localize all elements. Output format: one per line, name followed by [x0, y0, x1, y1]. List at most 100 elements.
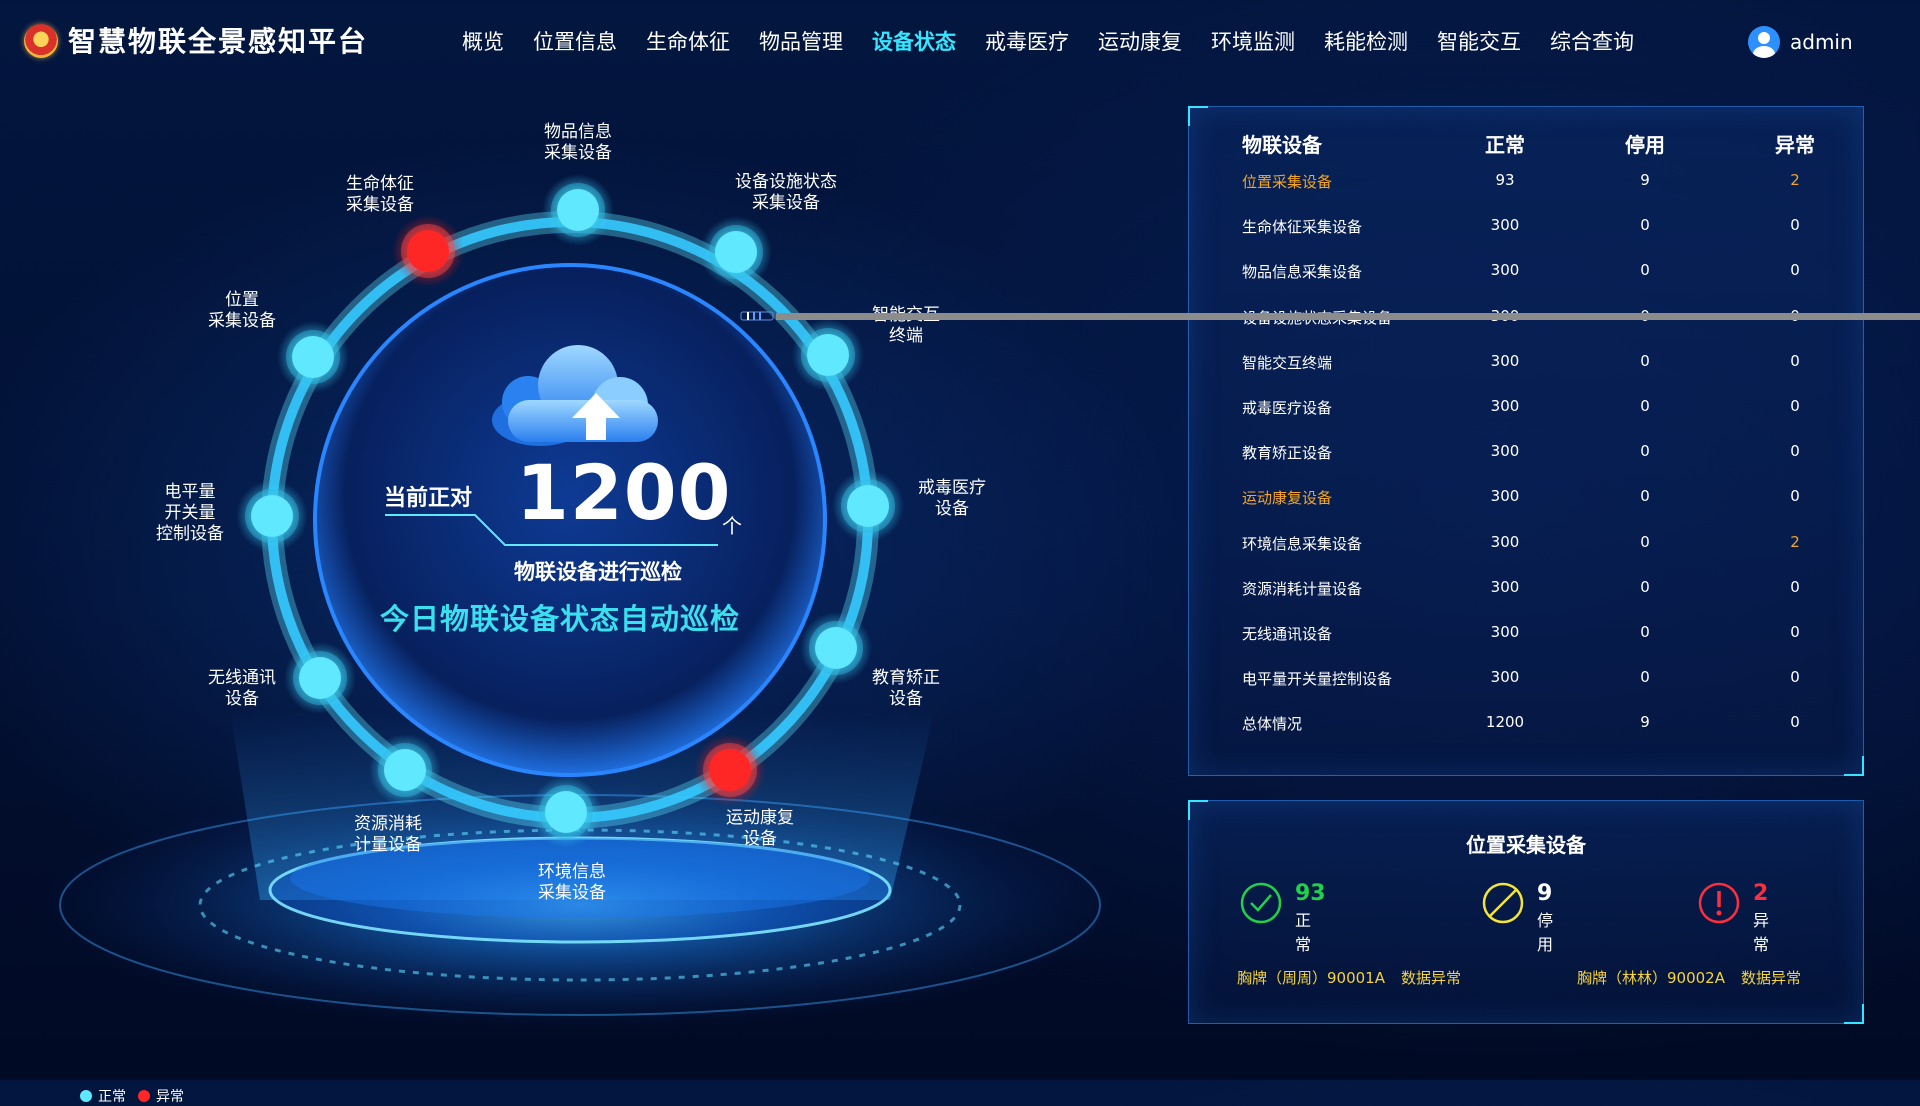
normal-node[interactable]	[369, 734, 441, 806]
splitter-handle-icon[interactable]	[740, 309, 774, 323]
alert-device: 胸牌（林林）90002A	[1577, 969, 1725, 987]
cell-abnormal: 0	[1790, 442, 1800, 461]
normal-node[interactable]	[236, 480, 308, 552]
node-label: 教育矫正 设备	[872, 668, 940, 709]
node-label: 无线通讯 设备	[208, 668, 276, 709]
status-legend: 正常 异常	[80, 1086, 196, 1106]
col-header-normal: 正常	[1485, 133, 1525, 157]
cell-normal: 300	[1490, 623, 1520, 641]
cell-disabled: 0	[1640, 442, 1650, 461]
normal-node[interactable]	[542, 174, 614, 246]
cell-name: 环境信息采集设备	[1242, 534, 1363, 553]
nav-item[interactable]: 位置信息	[533, 24, 617, 60]
cell-normal: 93	[1495, 171, 1515, 189]
table-row[interactable]: 运动康复设备 300 0 0	[1189, 487, 1863, 517]
cell-normal: 300	[1490, 487, 1520, 506]
check-circle-icon	[1240, 882, 1282, 924]
cell-normal: 300	[1490, 577, 1520, 596]
table-row[interactable]: 教育矫正设备 300 0 0	[1189, 442, 1863, 472]
stat-disabled-label: 停用	[1537, 911, 1554, 954]
table-row[interactable]: 总体情况 1200 9 0	[1189, 713, 1863, 743]
user-menu[interactable]: admin	[1748, 24, 1853, 60]
stat-disabled-value: 9	[1537, 881, 1553, 906]
table-row[interactable]: 环境信息采集设备 300 0 2	[1189, 533, 1863, 563]
cell-disabled: 0	[1640, 397, 1650, 415]
normal-node[interactable]	[832, 470, 904, 542]
device-count: 1200	[516, 448, 732, 537]
device-status-table-panel: 物联设备 正常 停用 异常 位置采集设备 93 9 2 生命体征采集设备 300 0 0 物品信…	[1188, 106, 1864, 776]
alert-status: 数据异常	[1740, 969, 1801, 987]
table-row[interactable]: 位置采集设备 93 9 2	[1189, 171, 1863, 201]
cell-abnormal: 0	[1790, 216, 1800, 235]
cell-disabled: 0	[1640, 668, 1650, 687]
cell-name: 生命体征采集设备	[1242, 218, 1363, 237]
nav-item[interactable]: 设备状态	[872, 24, 956, 60]
node-label: 设备设施状态 采集设备	[735, 172, 837, 213]
normal-node[interactable]	[700, 216, 772, 288]
abnormal-node[interactable]	[392, 215, 464, 287]
legend-label: 正常	[98, 1089, 126, 1105]
stat-normal-value: 93	[1295, 881, 1326, 906]
normal-node[interactable]	[792, 319, 864, 391]
alert-device: 胸牌（周周）90001A	[1237, 969, 1385, 987]
table-row[interactable]: 电平量开关量控制设备 300 0 0	[1189, 668, 1863, 698]
cell-name: 教育矫正设备	[1242, 444, 1333, 463]
nav-item[interactable]: 概览	[462, 24, 504, 60]
nav-item[interactable]: 耗能检测	[1324, 24, 1408, 60]
center-caption: 物联设备进行巡检	[514, 560, 682, 584]
app-title: 智慧物联全景感知平台	[68, 25, 369, 58]
nav-item[interactable]: 环境监测	[1211, 24, 1295, 60]
cell-name: 资源消耗计量设备	[1242, 579, 1363, 598]
cell-normal: 300	[1490, 351, 1520, 370]
alert-item[interactable]: 胸牌（林林）90002A 数据异常	[1577, 967, 1801, 988]
table-row[interactable]: 智能交互终端 300 0 0	[1189, 352, 1863, 382]
cell-name: 智能交互终端	[1242, 353, 1333, 372]
cell-abnormal: 0	[1790, 668, 1800, 687]
user-avatar-icon[interactable]	[1748, 26, 1780, 58]
normal-node[interactable]	[530, 776, 602, 848]
table-row[interactable]: 戒毒医疗设备 300 0 0	[1189, 397, 1863, 427]
cell-abnormal: 0	[1790, 577, 1800, 596]
table-row[interactable]: 物品信息采集设备 300 0 0	[1189, 261, 1863, 291]
patrol-headline: 今日物联设备状态自动巡检	[380, 602, 741, 636]
nav-item[interactable]: 物品管理	[759, 24, 843, 60]
cell-name: 位置采集设备	[1242, 173, 1333, 191]
disabled-circle-icon	[1482, 882, 1524, 924]
cell-name: 戒毒医疗设备	[1242, 399, 1333, 417]
detail-title: 位置采集设备	[1466, 833, 1586, 857]
username[interactable]: admin	[1790, 30, 1853, 54]
col-header-abnormal: 异常	[1775, 133, 1815, 157]
cell-disabled: 0	[1640, 623, 1650, 641]
device-patrol-visualization: 物品信息采集设备设备设施状态采集设备智能交互终端戒毒医疗设备教育矫正设备运动康复…	[0, 84, 1150, 1105]
device-detail-panel: 位置采集设备 93 正常 9 停用 2 异常 胸牌（周周）90001A 数据异常 …	[1188, 800, 1864, 1024]
table-row[interactable]: 无线通讯设备 300 0 0	[1189, 623, 1863, 653]
normal-node[interactable]	[800, 612, 872, 684]
normal-node[interactable]	[284, 642, 356, 714]
node-label: 戒毒医疗 设备	[918, 478, 986, 519]
normal-node[interactable]	[277, 321, 349, 393]
nav-item[interactable]: 生命体征	[646, 24, 730, 60]
nav-item[interactable]: 综合查询	[1550, 24, 1634, 60]
cell-abnormal: 0	[1790, 397, 1800, 415]
alert-item[interactable]: 胸牌（周周）90001A 数据异常	[1237, 967, 1461, 988]
cell-disabled: 0	[1640, 216, 1650, 235]
legend-item: 正常	[80, 1086, 126, 1106]
cell-disabled: 0	[1640, 261, 1650, 280]
cell-name: 总体情况	[1242, 715, 1303, 734]
cell-name: 物品信息采集设备	[1242, 263, 1363, 282]
main-nav: 概览 位置信息 生命体征 物品管理 设备状态 戒毒医疗 运动康复 环境监测 耗能检测 智能交互 综合…	[462, 24, 1663, 60]
cell-normal: 1200	[1485, 713, 1525, 732]
stat-abnormal-value: 2	[1753, 881, 1769, 906]
cell-normal: 300	[1490, 532, 1520, 551]
abnormal-node[interactable]	[694, 734, 766, 806]
splitter-bar[interactable]	[776, 313, 1920, 320]
table-row[interactable]: 生命体征采集设备 300 0 0	[1189, 216, 1863, 246]
table-row[interactable]: 资源消耗计量设备 300 0 0	[1189, 578, 1863, 608]
nav-item[interactable]: 智能交互	[1437, 24, 1521, 60]
nav-item[interactable]: 戒毒医疗	[985, 24, 1069, 60]
cell-disabled: 9	[1640, 713, 1650, 732]
node-label: 位置 采集设备	[208, 290, 276, 331]
table-row[interactable]: 设备设施状态采集设备30000	[1189, 307, 1863, 337]
nav-item[interactable]: 运动康复	[1098, 24, 1182, 60]
police-badge-logo	[24, 24, 58, 58]
